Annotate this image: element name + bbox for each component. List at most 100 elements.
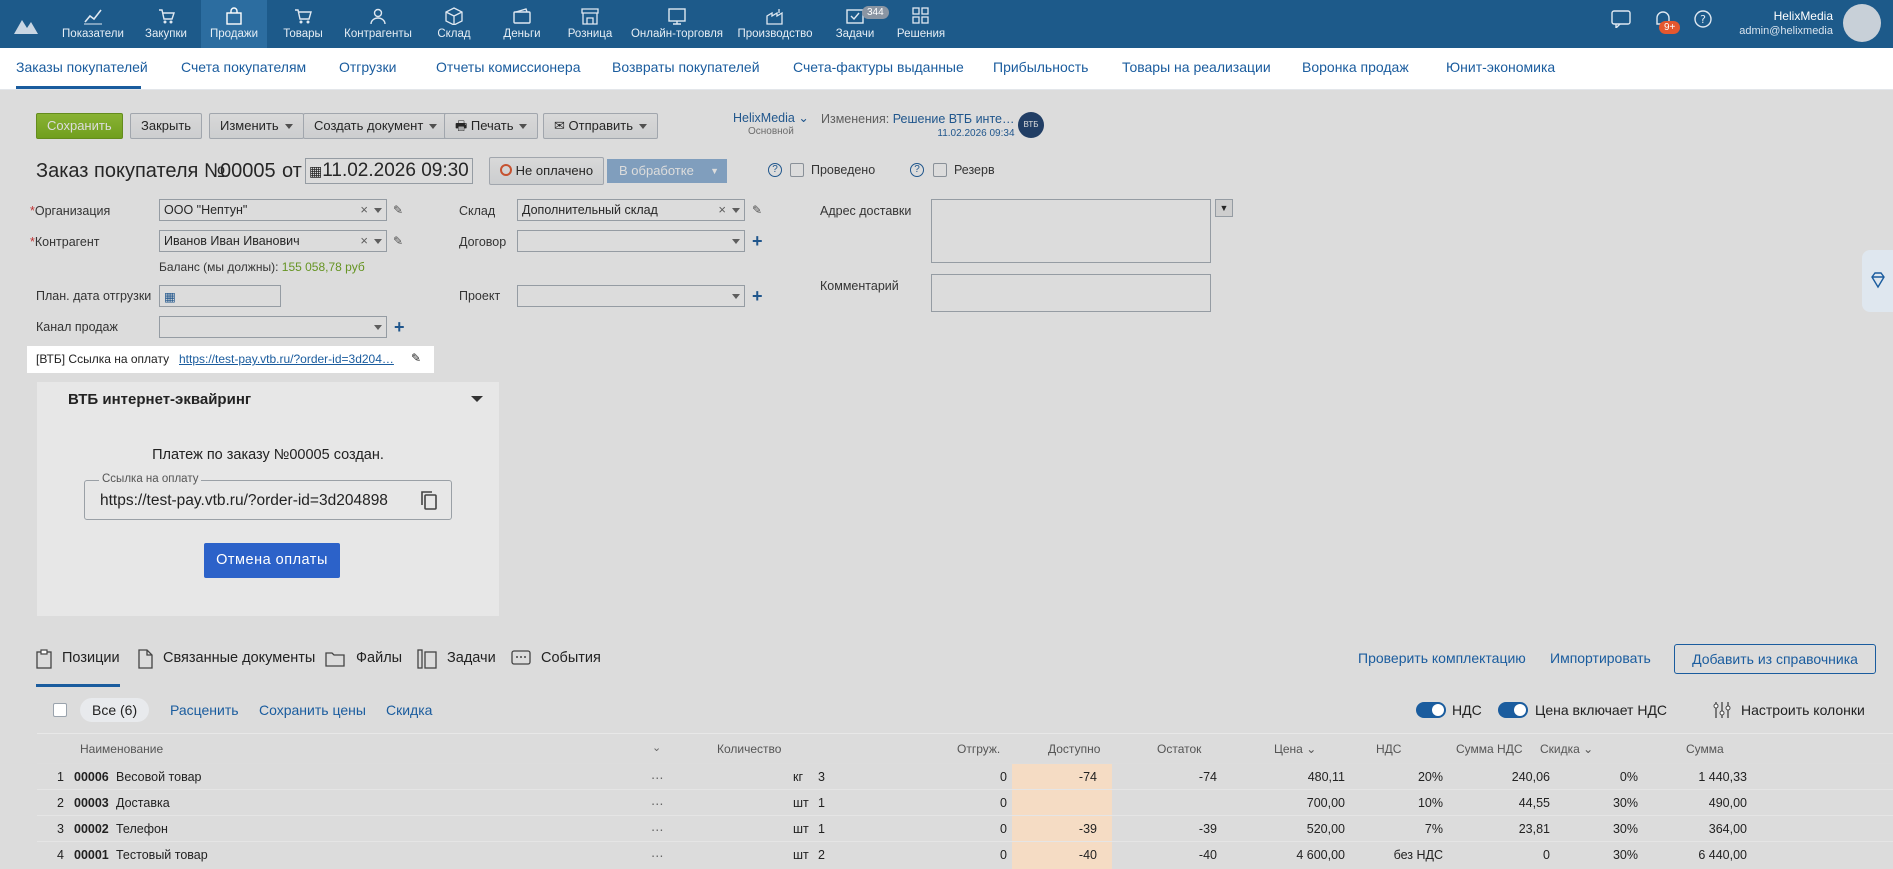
tab-files[interactable]: Файлы [356, 650, 402, 666]
changes-link[interactable]: Решение ВТБ инте… [893, 112, 1015, 126]
save-button[interactable]: Сохранить [36, 113, 123, 139]
nav-item-indicators[interactable]: Показатели [58, 0, 128, 48]
edit-icon[interactable]: ✎ [411, 351, 421, 365]
reserve-checkbox[interactable] [933, 163, 947, 177]
tab-customer-invoices[interactable]: Счета покупателям [181, 59, 306, 75]
tab-related-documents[interactable]: Связанные документы [163, 650, 315, 666]
check-completeness-link[interactable]: Проверить комплектацию [1358, 650, 1526, 666]
nav-item-purchases[interactable]: Закупки [138, 0, 194, 48]
avatar[interactable] [1843, 4, 1881, 42]
cancel-payment-button[interactable]: Отмена оплаты [204, 543, 340, 578]
warehouse-select[interactable]: Дополнительный склад × [517, 199, 745, 221]
nav-item-production[interactable]: Производство [734, 0, 816, 48]
col-rest[interactable]: Остаток [1157, 742, 1201, 756]
table-row[interactable]: 3 00002 Телефон ⋯ 1 шт 0 -39 -39 520,00 … [37, 816, 1893, 842]
nav-item-sales[interactable]: Продажи [201, 0, 267, 48]
col-sum[interactable]: Сумма [1686, 742, 1724, 756]
payment-status-button[interactable]: Не оплачено [489, 157, 605, 185]
more-icon[interactable]: ⋯ [651, 822, 664, 837]
edit-icon[interactable]: ✎ [393, 203, 403, 217]
tab-positions[interactable]: Позиции [62, 650, 120, 666]
col-price[interactable]: Цена ⌄ [1274, 742, 1316, 756]
payment-link[interactable]: https://test-pay.vtb.ru/?order-id=3d204… [179, 352, 394, 366]
chevron-down-icon[interactable]: ⌄ [652, 741, 661, 754]
edit-icon[interactable]: ✎ [393, 234, 403, 248]
tab-invoices-issued[interactable]: Счета-фактуры выданные [793, 59, 964, 75]
ship-date-field[interactable]: ▦ [159, 285, 281, 307]
positions-tab[interactable] [36, 649, 52, 672]
logo-icon[interactable] [12, 10, 40, 38]
nav-item-money[interactable]: Деньги [496, 0, 548, 48]
help-icon[interactable]: ? [768, 163, 782, 177]
nav-item-goods[interactable]: Товары [276, 0, 330, 48]
help-icon[interactable]: ? [1694, 10, 1712, 28]
nav-item-solutions[interactable]: Решения [892, 0, 950, 48]
organization-selector[interactable]: HelixMedia ⌄ Основной [733, 112, 809, 138]
import-link[interactable]: Импортировать [1550, 650, 1651, 666]
nav-item-contractors[interactable]: Контрагенты [340, 0, 416, 48]
edit-menu-button[interactable]: Изменить [209, 113, 304, 139]
add-icon[interactable]: + [752, 287, 763, 305]
comment-field[interactable] [931, 274, 1211, 312]
more-icon[interactable]: ⋯ [651, 796, 664, 811]
columns-settings-icon[interactable] [1712, 700, 1732, 720]
col-name[interactable]: Наименование [80, 742, 163, 756]
col-quantity[interactable]: Количество [717, 742, 781, 756]
channel-select[interactable] [159, 316, 387, 338]
doc-number[interactable]: 00005 [220, 160, 276, 183]
project-select[interactable] [517, 285, 745, 307]
clear-icon[interactable]: × [360, 202, 368, 217]
org-select[interactable]: ООО "Нептун" × [159, 199, 387, 221]
vtb-avatar[interactable]: ВТБ [1018, 112, 1044, 138]
price-incl-vat-toggle[interactable] [1498, 702, 1528, 718]
close-button[interactable]: Закрыть [130, 113, 203, 139]
collapse-icon[interactable] [471, 396, 483, 402]
col-vat[interactable]: НДС [1376, 742, 1401, 756]
col-vat-sum[interactable]: Сумма НДС [1456, 742, 1523, 756]
copy-icon[interactable] [419, 489, 439, 511]
tab-tasks[interactable]: Задачи [447, 650, 496, 666]
col-available[interactable]: Доступно [1048, 742, 1100, 756]
clear-icon[interactable]: × [360, 233, 368, 248]
posted-checkbox[interactable] [790, 163, 804, 177]
status-dropdown[interactable]: В обработке ▼ [607, 159, 727, 183]
vat-toggle[interactable] [1416, 702, 1446, 718]
address-field[interactable] [931, 199, 1211, 263]
contract-select[interactable] [517, 230, 745, 252]
col-shipped[interactable]: Отгруж. [957, 742, 1000, 756]
nav-item-online[interactable]: Онлайн-торговля [630, 0, 724, 48]
table-row[interactable]: 4 00001 Тестовый товар ⋯ 2 шт 0 -40 -40 … [37, 842, 1893, 868]
edit-icon[interactable]: ✎ [752, 203, 762, 217]
select-all-checkbox[interactable] [53, 703, 67, 717]
tab-customer-orders[interactable]: Заказы покупателей [16, 59, 148, 75]
tab-commission-reports[interactable]: Отчеты комиссионера [436, 59, 581, 75]
tab-shipments[interactable]: Отгрузки [339, 59, 396, 75]
tab-consignment[interactable]: Товары на реализации [1122, 59, 1271, 75]
chat-icon[interactable] [1611, 10, 1631, 28]
discount-link[interactable]: Скидка [386, 702, 432, 718]
create-document-button[interactable]: Создать документ [303, 113, 449, 139]
save-prices-link[interactable]: Сохранить цены [259, 702, 366, 718]
table-row[interactable]: 2 00003 Доставка ⋯ 1 шт 0 700,00 10% 44,… [37, 790, 1893, 816]
tab-sales-funnel[interactable]: Воронка продаж [1302, 59, 1409, 75]
filter-all-chip[interactable]: Все (6) [80, 698, 150, 722]
more-icon[interactable]: ⋯ [651, 770, 664, 785]
tab-events[interactable]: События [541, 650, 601, 666]
help-icon[interactable]: ? [910, 163, 924, 177]
user-info[interactable]: HelixMedia admin@helixmedia [1739, 9, 1833, 38]
side-panel-button[interactable] [1862, 250, 1893, 312]
tab-unit-economics[interactable]: Юнит-экономика [1446, 59, 1555, 75]
add-icon[interactable]: + [752, 232, 763, 250]
clear-icon[interactable]: × [718, 202, 726, 217]
col-discount[interactable]: Скидка ⌄ [1540, 742, 1593, 756]
print-button[interactable]: 🖶 Печать [444, 113, 539, 139]
reprice-link[interactable]: Расценить [170, 702, 239, 718]
tab-returns[interactable]: Возвраты покупателей [612, 59, 760, 75]
columns-settings-label[interactable]: Настроить колонки [1741, 702, 1865, 718]
add-from-catalog-button[interactable]: Добавить из справочника [1674, 644, 1876, 674]
doc-date-field[interactable]: ▦11.02.2026 09:30 [305, 158, 473, 184]
send-button[interactable]: ✉ Отправить [543, 113, 658, 139]
vtb-link-field[interactable]: Ссылка на оплату https://test-pay.vtb.ru… [84, 473, 452, 520]
nav-item-retail[interactable]: Розница [566, 0, 614, 48]
tab-profitability[interactable]: Прибыльность [993, 59, 1088, 75]
